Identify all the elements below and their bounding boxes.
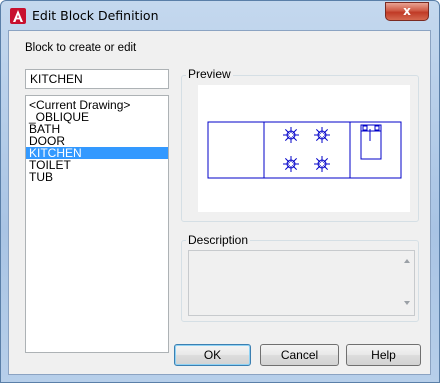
description-field[interactable] (188, 250, 415, 316)
scroll-down-icon[interactable] (404, 301, 410, 305)
scroll-up-icon[interactable] (404, 259, 410, 263)
help-button[interactable]: Help (346, 344, 421, 366)
burner-icon (314, 156, 330, 172)
preview-label: Preview (186, 67, 233, 81)
close-button[interactable]: x (385, 2, 429, 21)
ok-button[interactable]: OK (174, 344, 251, 366)
burner-icon (283, 156, 299, 172)
title-bar[interactable]: Edit Block Definition x (1, 1, 439, 31)
block-list[interactable]: <Current Drawing> _OBLIQUE BATH DOOR KIT… (25, 95, 169, 353)
description-label: Description (186, 233, 251, 247)
close-icon: x (403, 4, 411, 18)
list-item[interactable]: TUB (26, 171, 168, 183)
burner-icon (283, 127, 299, 143)
autocad-logo-icon (10, 8, 26, 24)
sink-icon (360, 124, 382, 160)
kitchen-block-drawing (207, 121, 402, 179)
preview-canvas (198, 85, 410, 212)
window-title: Edit Block Definition (32, 8, 159, 23)
cancel-button[interactable]: Cancel (260, 344, 339, 366)
burner-icon (314, 127, 330, 143)
block-name-input[interactable]: KITCHEN (25, 69, 169, 89)
block-name-label: Block to create or edit (25, 42, 137, 54)
